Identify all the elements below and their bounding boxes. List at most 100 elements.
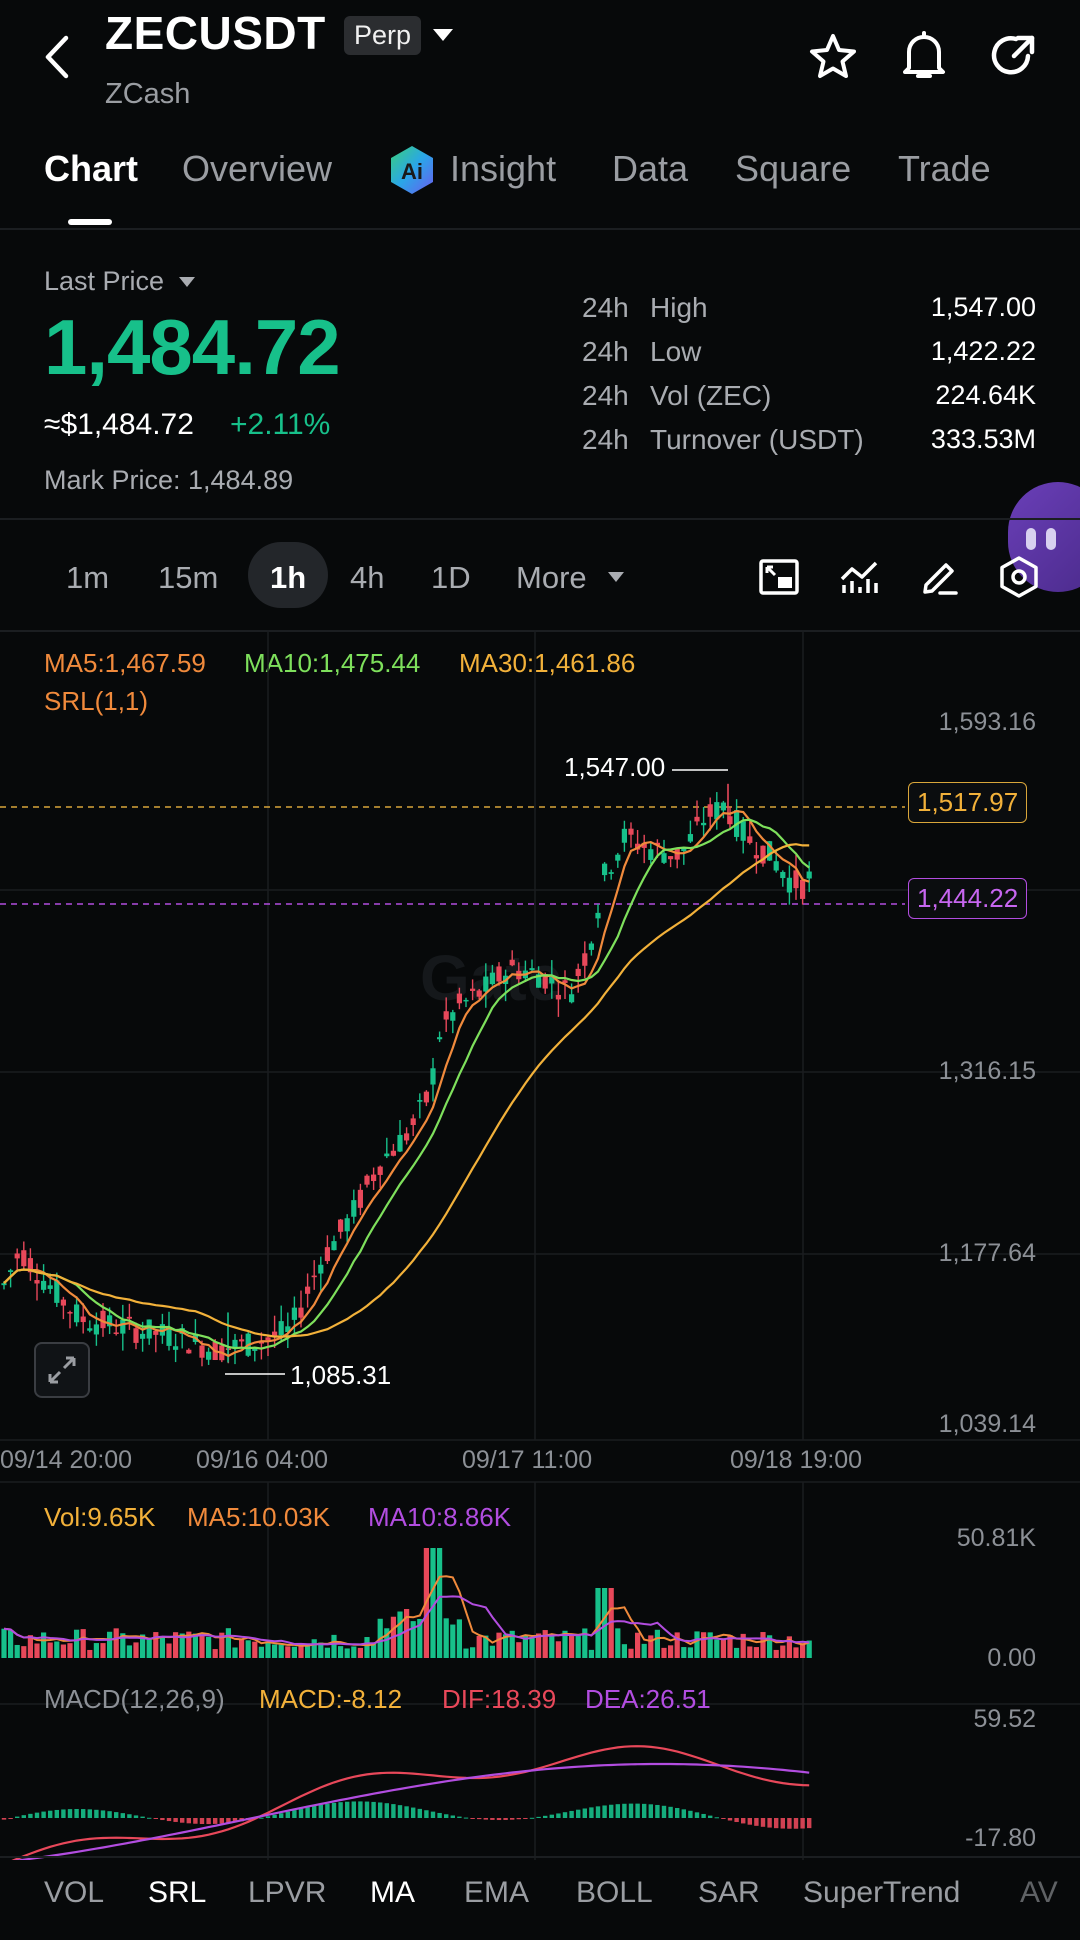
candle-body: [67, 1312, 73, 1314]
macd-histogram-bar: [272, 1814, 277, 1818]
macd-histogram-bar: [48, 1810, 53, 1818]
macd-histogram-bar: [595, 1806, 601, 1818]
candle-body: [602, 863, 608, 876]
price-axis-label: 1,316.15: [938, 1057, 1036, 1085]
timeframe-15m[interactable]: 15m: [158, 560, 218, 596]
volume-bar: [516, 1642, 522, 1658]
macd-histogram-bar: [67, 1809, 73, 1818]
upper-price-tag[interactable]: 1,517.97: [908, 782, 1028, 823]
dea-value: DEA:26.51: [585, 1684, 711, 1714]
indicator-tab-ma[interactable]: MA: [370, 1876, 415, 1910]
indicator-tab-boll[interactable]: BOLL: [576, 1876, 653, 1910]
indicator-icon[interactable]: [838, 557, 880, 597]
chevron-down-icon[interactable]: [432, 28, 454, 42]
macd-histogram-bar: [193, 1818, 198, 1824]
timeframe-1m[interactable]: 1m: [66, 560, 109, 596]
candle-body: [707, 804, 713, 817]
tab-trade[interactable]: Trade: [898, 148, 991, 190]
indicator-tab-av[interactable]: AV: [1020, 1876, 1058, 1910]
indicator-tab-ema[interactable]: EMA: [464, 1876, 529, 1910]
volume-bar: [34, 1643, 40, 1658]
volume-bar: [628, 1648, 634, 1658]
macd-histogram-bar: [602, 1805, 607, 1818]
volume-bar: [278, 1644, 284, 1658]
tab-chart[interactable]: Chart: [44, 148, 138, 190]
symbol-title[interactable]: ZECUSDT: [105, 6, 326, 60]
caret-down-icon[interactable]: [178, 276, 196, 288]
lower-price-tag[interactable]: 1,444.22: [908, 878, 1028, 919]
macd-histogram-bar: [199, 1818, 205, 1824]
volume-bar: [661, 1647, 667, 1658]
tab-insight[interactable]: Insight: [450, 148, 556, 190]
macd-histogram-bar: [34, 1812, 40, 1818]
volume-bar: [549, 1634, 555, 1658]
candle-body: [740, 821, 746, 841]
macd-histogram-bar: [529, 1817, 535, 1819]
candle-body: [186, 1349, 192, 1354]
volume-bar: [21, 1646, 27, 1658]
candle-body: [529, 968, 535, 971]
indicator-tab-srl[interactable]: SRL: [148, 1876, 206, 1910]
indicator-tab-lpvr[interactable]: LPVR: [248, 1876, 326, 1910]
back-icon[interactable]: [42, 34, 72, 80]
volume-bar: [450, 1624, 456, 1658]
candle-body: [377, 1166, 383, 1175]
candle-body: [344, 1218, 350, 1232]
candle-body: [364, 1175, 370, 1185]
volume-bar: [753, 1647, 759, 1658]
volume-bar: [496, 1632, 502, 1658]
macd-histogram-bar: [536, 1816, 541, 1818]
macd-histogram-bar: [8, 1818, 13, 1819]
macd-histogram-bar: [688, 1810, 693, 1818]
macd-histogram-bar: [628, 1803, 634, 1818]
stats-panel: 24h High 1,547.00 24h Low 1,422.22 24h V…: [582, 292, 1042, 472]
share-icon[interactable]: [988, 32, 1038, 82]
timeframe-4h[interactable]: 4h: [350, 560, 384, 596]
candle-body: [14, 1253, 20, 1259]
macd-histogram-bar: [708, 1815, 713, 1818]
tab-data[interactable]: Data: [612, 148, 688, 190]
indicator-tab-supertrend[interactable]: SuperTrend: [803, 1876, 960, 1910]
perp-badge[interactable]: Perp: [344, 16, 422, 55]
candle-body: [701, 822, 707, 826]
macd-axis-bottom: -17.80: [965, 1824, 1036, 1852]
macd-histogram-bar: [741, 1818, 746, 1824]
indicator-tab-sar[interactable]: SAR: [698, 1876, 760, 1910]
volume-bar: [331, 1634, 337, 1658]
chart-layout-icon[interactable]: [758, 557, 800, 597]
macd-histogram-bar: [569, 1810, 574, 1818]
volume-bar: [1, 1628, 7, 1658]
macd-histogram-bar: [430, 1811, 436, 1818]
candle-body: [126, 1316, 132, 1319]
candle-body: [384, 1153, 390, 1157]
ma30-line: [3, 843, 810, 1338]
timeframe-more[interactable]: More: [516, 560, 587, 596]
macd-histogram-bar: [15, 1816, 20, 1818]
candle-body: [800, 879, 806, 899]
candle-body: [331, 1241, 337, 1251]
macd-histogram-bar: [325, 1803, 330, 1818]
tab-square[interactable]: Square: [735, 148, 851, 190]
tab-overview[interactable]: Overview: [182, 148, 332, 190]
caret-down-icon[interactable]: [607, 571, 625, 583]
indicator-tab-vol[interactable]: VOL: [44, 1876, 104, 1910]
candle-body: [509, 959, 515, 966]
volume-bar: [60, 1644, 66, 1658]
candle-body: [41, 1280, 47, 1290]
star-icon[interactable]: [808, 32, 858, 82]
macd-histogram-bar: [694, 1812, 700, 1818]
candle-body: [417, 1100, 423, 1102]
expand-chart-button[interactable]: [34, 1342, 90, 1398]
macd-histogram-bar: [1, 1818, 7, 1820]
timeframe-1d[interactable]: 1D: [431, 560, 471, 596]
volume-bar: [701, 1632, 707, 1658]
macd-histogram-bar: [648, 1804, 653, 1818]
draw-pencil-icon[interactable]: [918, 555, 960, 597]
macd-histogram-bar: [384, 1803, 389, 1818]
candle-body: [621, 828, 627, 843]
timeframe-1h[interactable]: 1h: [270, 560, 306, 596]
last-price-label[interactable]: Last Price: [44, 266, 164, 297]
settings-hex-icon[interactable]: [998, 555, 1040, 599]
bell-icon[interactable]: [899, 30, 949, 82]
volume-bar: [311, 1639, 317, 1658]
